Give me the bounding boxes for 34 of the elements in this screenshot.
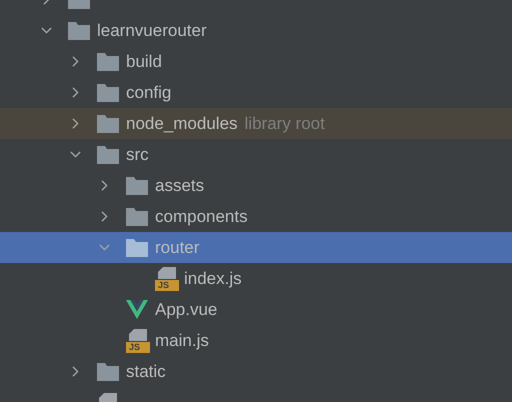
item-name: build [126,50,162,73]
folder-icon [97,362,119,380]
item-name: router [155,236,200,259]
folder-icon [68,22,90,40]
folder-icon [97,146,119,164]
item-name: main.js [155,330,209,352]
tree-row[interactable]: src [0,139,512,170]
tree-row[interactable]: App.vue [0,294,512,325]
item-name: src [126,144,149,166]
folder-icon [97,52,119,70]
tree-row[interactable]: learnvuerouter [0,15,512,46]
folder-icon [97,84,119,102]
folder-icon [126,176,148,194]
tree-row[interactable]: config [0,77,512,108]
tree-row[interactable]: static [0,356,512,387]
item-name: index.js [184,268,242,290]
item-name: components [155,206,248,228]
library-root-label: library root [244,112,325,135]
tree-row[interactable]: node_modules library root [0,108,512,139]
tree-row[interactable]: build [0,46,512,77]
folder-icon [126,208,148,226]
item-name: learnvuerouter [97,20,207,42]
tree-row[interactable]: components [0,201,512,232]
tree-row[interactable]: assets [0,170,512,201]
item-name: static [126,360,166,383]
vue-logo-icon [126,300,148,320]
item-name: assets [155,174,204,197]
tree-row[interactable]: JS index.js [0,263,512,294]
tree-row[interactable]: JS main.js [0,325,512,356]
item-name: App.vue [155,298,218,321]
folder-icon [126,238,148,256]
folder-icon [97,114,119,132]
item-name: node_modules [126,112,238,135]
item-name: config [126,82,172,104]
